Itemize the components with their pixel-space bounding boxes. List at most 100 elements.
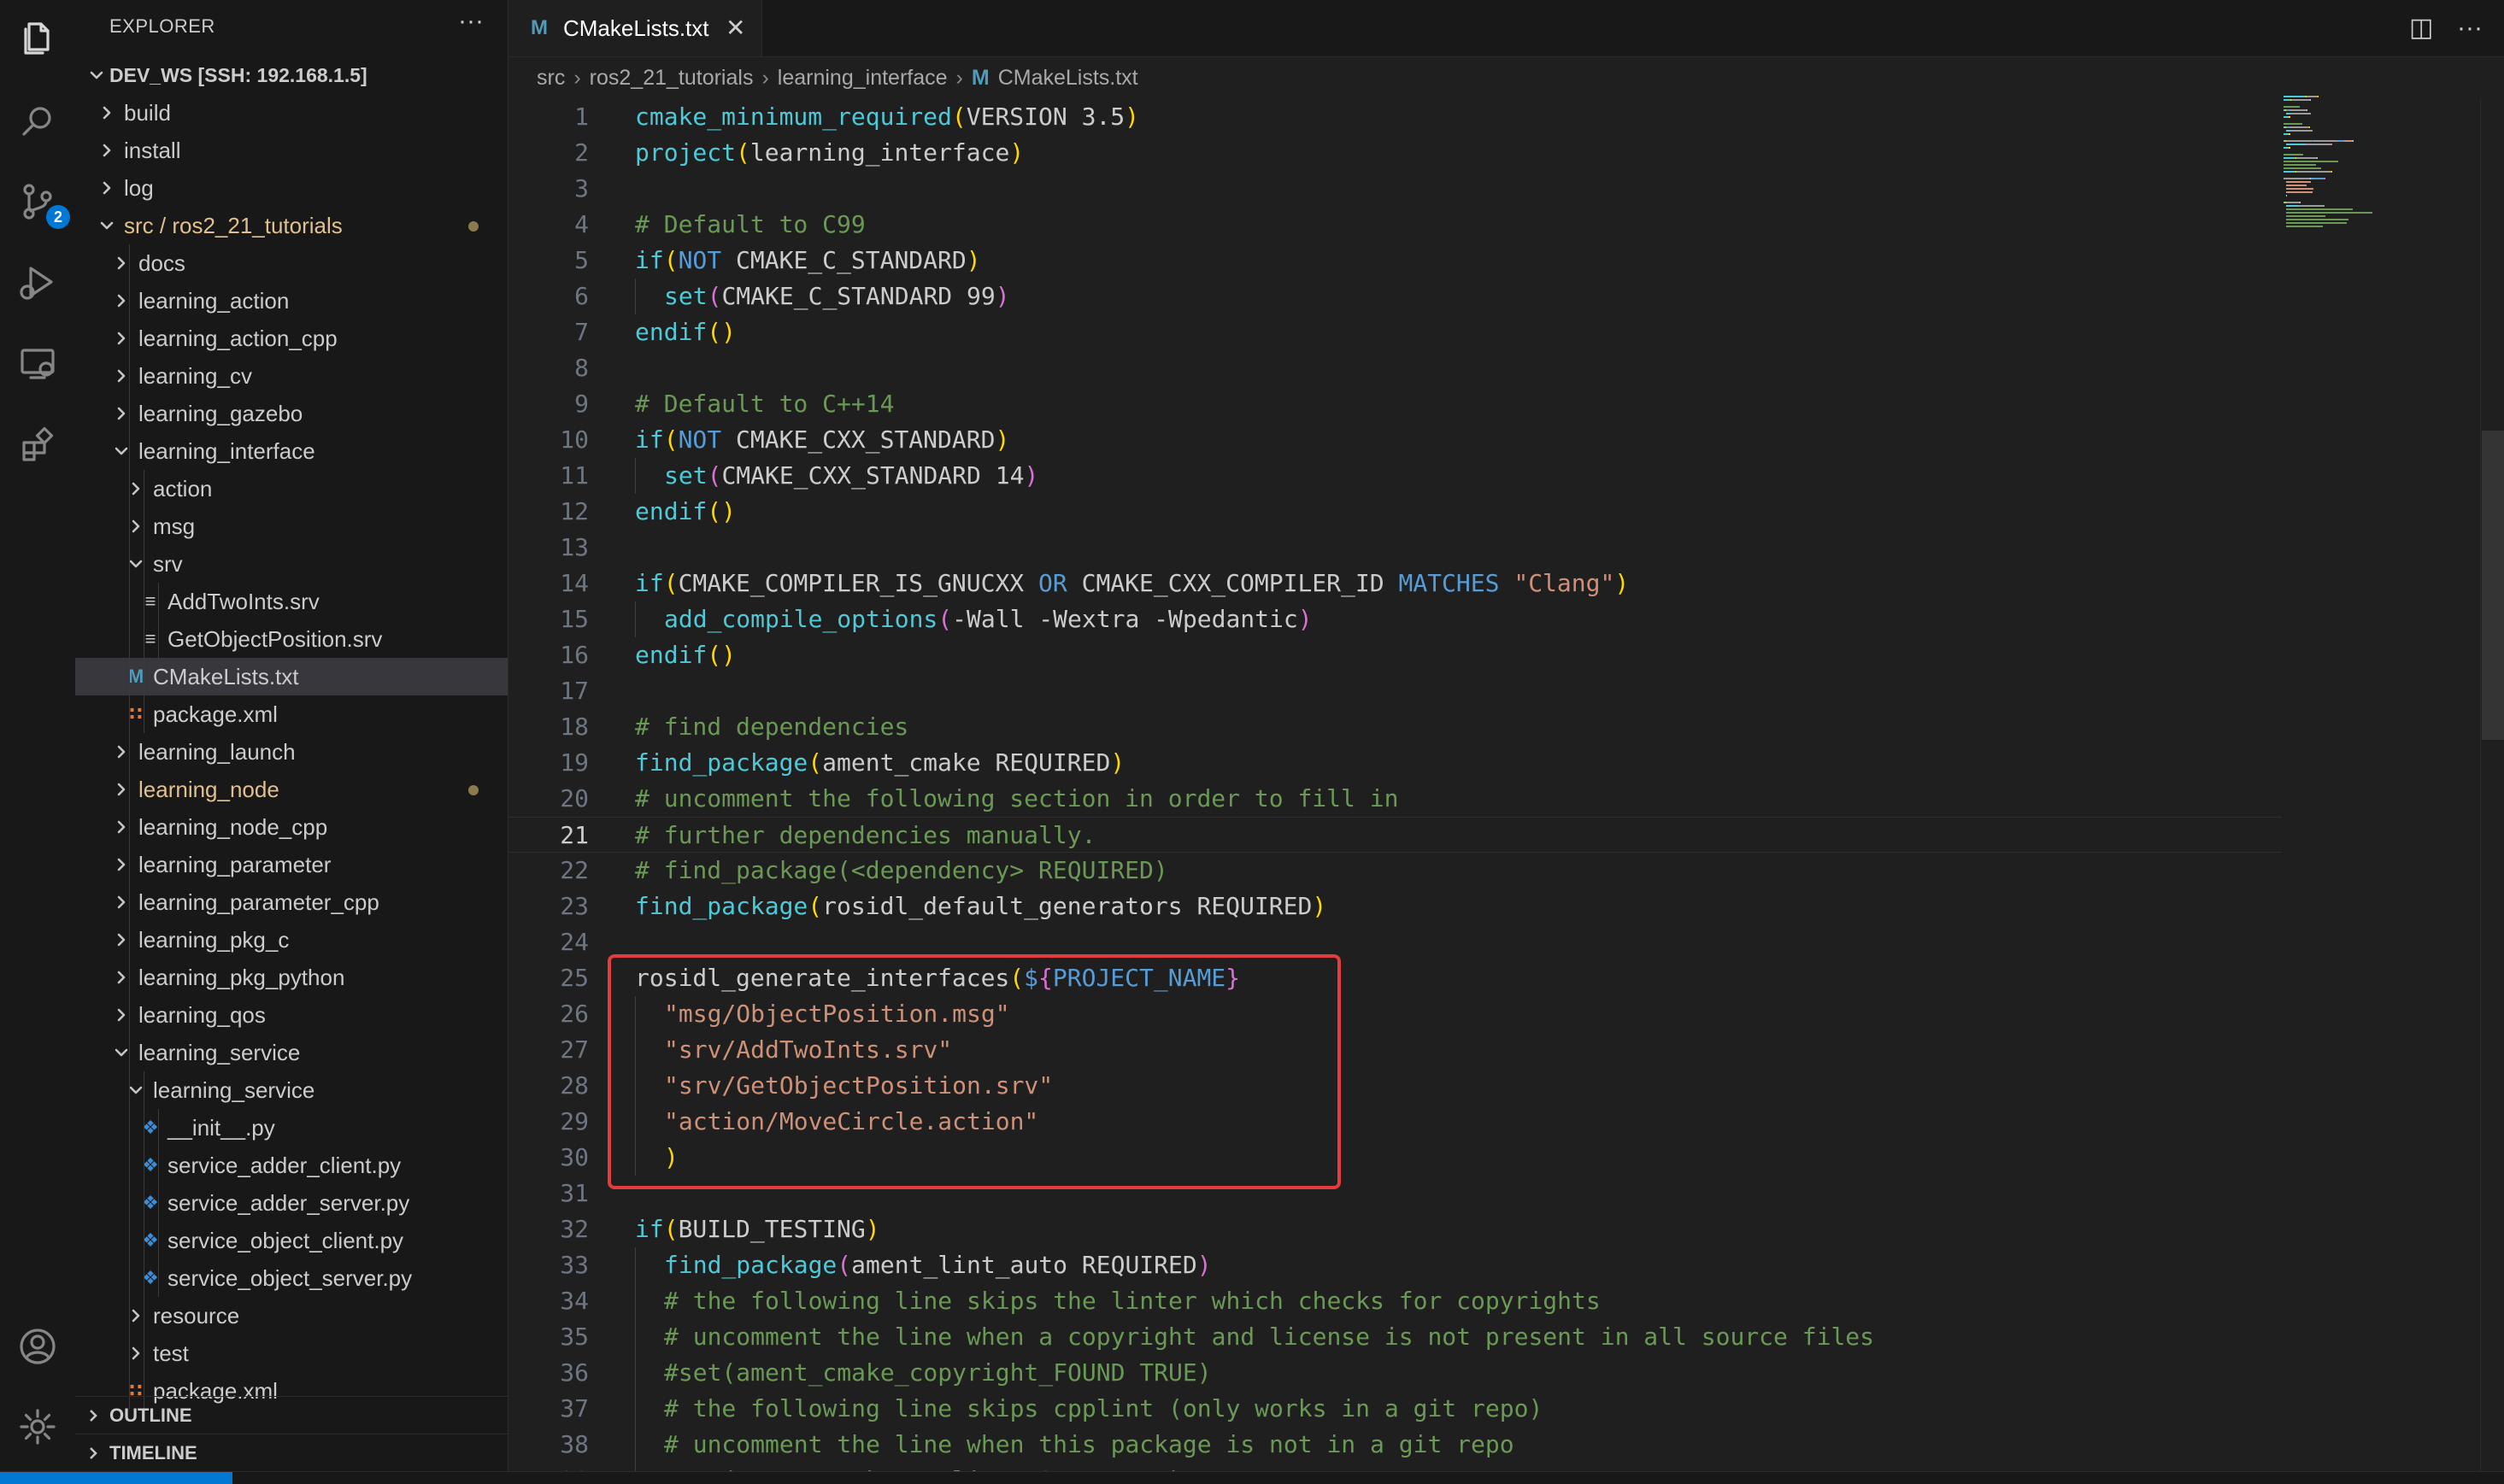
code-line[interactable]: 19 find_package(ament_cmake REQUIRED) [508, 745, 2440, 781]
account-icon[interactable] [12, 1321, 63, 1372]
tree-folder[interactable]: resource [75, 1297, 508, 1334]
code-line[interactable]: 33 find_package(ament_lint_auto REQUIRED) [508, 1247, 2440, 1283]
line-number: 17 [560, 677, 589, 705]
breadcrumb-item[interactable]: learning_interface [778, 66, 948, 90]
tree-folder[interactable]: learning_action_cpp [75, 320, 508, 357]
code-line[interactable]: 5 if(NOT CMAKE_C_STANDARD) [508, 243, 2440, 279]
remote-explorer-icon[interactable] [12, 338, 63, 390]
code-line[interactable]: 6 set(CMAKE_C_STANDARD 99) [508, 279, 2440, 314]
tree-folder[interactable]: learning_launch [75, 733, 508, 771]
tree-file[interactable]: ❖ __init__.py [75, 1109, 508, 1147]
code-line[interactable]: 7 endif() [508, 314, 2440, 350]
tree-folder[interactable]: learning_pkg_c [75, 921, 508, 959]
code-line[interactable]: 35 # uncomment the line when a copyright … [508, 1319, 2440, 1355]
code-line[interactable]: 4 # Default to C99 [508, 207, 2440, 243]
tree-folder[interactable]: learning_interface [75, 432, 508, 470]
breadcrumb-file[interactable]: CMakeLists.txt [998, 66, 1138, 90]
tree-folder[interactable]: test [75, 1334, 508, 1372]
tree-folder[interactable]: learning_gazebo [75, 395, 508, 432]
breadcrumb-item[interactable]: src [537, 66, 565, 90]
tree-folder[interactable]: action [75, 470, 508, 507]
code-line[interactable]: 8 [508, 350, 2440, 386]
line-number: 28 [560, 1071, 589, 1100]
tree-file[interactable]: ≡ AddTwoInts.srv [75, 583, 508, 620]
tree-folder[interactable]: docs [75, 244, 508, 282]
tree-folder[interactable]: log [75, 169, 508, 207]
tree-folder[interactable]: build [75, 94, 508, 132]
editor-scrollbar[interactable] [2480, 99, 2504, 1471]
code-line[interactable]: 11 set(CMAKE_CXX_STANDARD 14) [508, 458, 2440, 494]
code-line[interactable]: 10 if(NOT CMAKE_CXX_STANDARD) [508, 422, 2440, 458]
code-line[interactable]: 16 endif() [508, 637, 2440, 673]
code-line[interactable]: 13 [508, 530, 2440, 566]
search-icon[interactable] [12, 96, 63, 147]
file-tree: build install log src / ros2_21_tutorials do… [75, 94, 508, 1410]
code-line[interactable]: 15 add_compile_options(-Wall -Wextra -Wpe… [508, 601, 2440, 637]
code-line[interactable]: 1 cmake_minimum_required(VERSION 3.5) [508, 99, 2440, 135]
code-token: ( [663, 425, 679, 454]
code-line[interactable]: 2 project(learning_interface) [508, 135, 2440, 171]
code-line[interactable]: 12 endif() [508, 494, 2440, 530]
explorer-icon[interactable] [12, 12, 63, 63]
outline-section[interactable]: OUTLINE [75, 1396, 508, 1434]
code-line[interactable]: 22 # find_package(<dependency> REQUIRED) [508, 853, 2440, 889]
tree-folder[interactable]: learning_node_cpp [75, 808, 508, 846]
tree-folder[interactable]: learning_service [75, 1034, 508, 1071]
tree-file[interactable]: ≡ GetObjectPosition.srv [75, 620, 508, 658]
code-line[interactable]: 34 # the following line skips the linter … [508, 1283, 2440, 1319]
code-line[interactable]: 14 if(CMAKE_COMPILER_IS_GNUCXX OR CMAKE_C… [508, 566, 2440, 601]
tree-folder[interactable]: install [75, 132, 508, 169]
close-icon[interactable]: ✕ [726, 0, 745, 56]
editor-more-actions[interactable]: ··· [2457, 0, 2483, 56]
breadcrumb-item[interactable]: ros2_21_tutorials [590, 66, 754, 90]
workspace-root[interactable]: DEV_WS [SSH: 192.168.1.5] [75, 56, 508, 94]
scrollbar-thumb[interactable] [2482, 431, 2504, 740]
code-line[interactable]: 36 #set(ament_cmake_copyright_FOUND TRUE) [508, 1355, 2440, 1391]
workspace-root-label: DEV_WS [SSH: 192.168.1.5] [109, 64, 367, 86]
tree-file[interactable]: ❖ service_adder_server.py [75, 1184, 508, 1222]
code-editor[interactable]: 1 cmake_minimum_required(VERSION 3.5) 2 pro… [508, 99, 2504, 1471]
tree-file[interactable]: ❖ service_adder_client.py [75, 1147, 508, 1184]
tree-file[interactable]: ❖ service_object_client.py [75, 1222, 508, 1259]
code-line[interactable]: 17 [508, 673, 2440, 709]
code-line[interactable]: 3 [508, 171, 2440, 207]
split-editor-icon[interactable]: ◫ [2409, 0, 2433, 56]
settings-gear-icon[interactable] [12, 1401, 63, 1452]
code-line[interactable]: 38 # uncomment the line when this package… [508, 1427, 2440, 1463]
code-line[interactable]: 20 # uncomment the following section in o… [508, 781, 2440, 817]
tree-folder[interactable]: learning_action [75, 282, 508, 320]
remote-indicator[interactable] [0, 1472, 232, 1484]
timeline-section[interactable]: TIMELINE [75, 1434, 508, 1471]
tree-folder[interactable]: learning_parameter_cpp [75, 883, 508, 921]
minimap[interactable] [2284, 96, 2437, 249]
tree-folder[interactable]: learning_pkg_python [75, 959, 508, 996]
tree-file[interactable]: ∷ package.xml [75, 695, 508, 733]
tree-folder[interactable]: learning_cv [75, 357, 508, 395]
code-line[interactable]: 18 # find dependencies [508, 709, 2440, 745]
tab-cmakelists[interactable]: M CMakeLists.txt ✕ [508, 0, 762, 56]
tree-folder[interactable]: learning_parameter [75, 846, 508, 883]
tree-folder[interactable]: learning_node [75, 771, 508, 808]
tree-folder[interactable]: msg [75, 507, 508, 545]
code-token: CMAKE_CXX_COMPILER_ID [1067, 569, 1399, 597]
source-control-icon[interactable]: 2 [12, 176, 70, 229]
tree-file[interactable]: ❖ service_object_server.py [75, 1259, 508, 1297]
explorer-more-actions[interactable]: ··· [458, 7, 484, 36]
tree-folder[interactable]: src / ros2_21_tutorials [75, 207, 508, 244]
code-line[interactable]: 37 # the following line skips cpplint (on… [508, 1391, 2440, 1427]
code-line[interactable]: 23 find_package(rosidl_default_generators… [508, 889, 2440, 924]
tree-file[interactable]: M CMakeLists.txt [75, 658, 508, 695]
code-token: # uncomment the line when this package i… [664, 1430, 1514, 1458]
code-line[interactable]: 39 #set(ament_cmake_cpplint_FOUND TRUE) [508, 1463, 2440, 1471]
tree-folder[interactable]: learning_service [75, 1071, 508, 1109]
run-debug-icon[interactable] [12, 256, 63, 308]
minimap-stroke [2313, 178, 2325, 179]
code-line[interactable]: 21 # further dependencies manually. [508, 817, 2282, 853]
extensions-icon[interactable] [12, 420, 63, 472]
code-line[interactable]: 9 # Default to C++14 [508, 386, 2440, 422]
code-line[interactable]: 32 if(BUILD_TESTING) [508, 1211, 2440, 1247]
indent-guide [635, 1247, 664, 1283]
tree-folder[interactable]: srv [75, 545, 508, 583]
code-text: endif() [635, 637, 736, 673]
tree-folder[interactable]: learning_qos [75, 996, 508, 1034]
